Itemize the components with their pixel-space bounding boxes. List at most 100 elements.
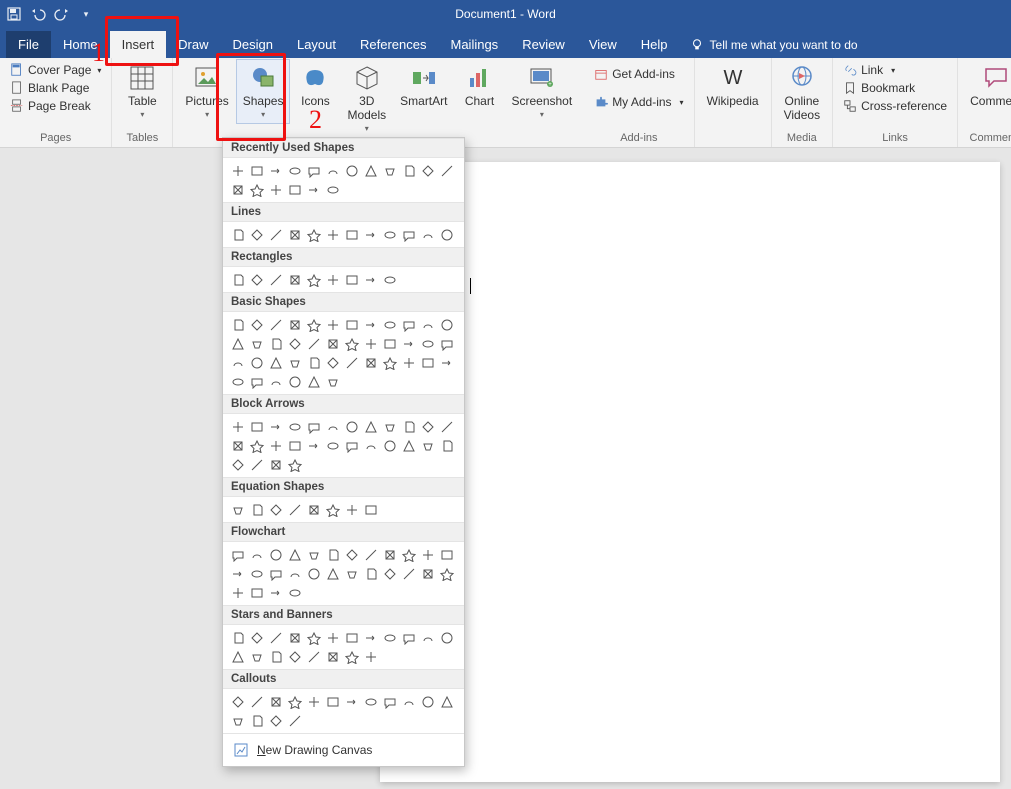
shape-option[interactable] xyxy=(438,226,455,243)
shape-option[interactable] xyxy=(324,226,341,243)
pictures-button[interactable]: Pictures▾ xyxy=(179,60,234,123)
shape-option[interactable] xyxy=(324,354,341,371)
shape-option[interactable] xyxy=(400,418,417,435)
tab-layout[interactable]: Layout xyxy=(285,31,348,58)
shape-option[interactable] xyxy=(305,437,322,454)
shape-option[interactable] xyxy=(419,316,436,333)
shape-option[interactable] xyxy=(438,316,455,333)
shape-option[interactable] xyxy=(248,546,265,563)
shape-option[interactable] xyxy=(229,584,246,601)
shape-option[interactable] xyxy=(267,648,284,665)
cover-page-button[interactable]: Cover Page▾ xyxy=(6,62,105,78)
shape-option[interactable] xyxy=(286,456,303,473)
shape-option[interactable] xyxy=(229,437,246,454)
shapes-button[interactable]: Shapes▾ xyxy=(237,60,290,123)
screenshot-button[interactable]: + Screenshot▾ xyxy=(505,60,578,123)
shape-option[interactable] xyxy=(248,181,265,198)
shape-option[interactable] xyxy=(229,354,246,371)
tab-review[interactable]: Review xyxy=(510,31,577,58)
shape-option[interactable] xyxy=(438,546,455,563)
shape-option[interactable] xyxy=(343,316,360,333)
shape-option[interactable] xyxy=(400,565,417,582)
shape-option[interactable] xyxy=(343,354,360,371)
shape-option[interactable] xyxy=(305,316,322,333)
shape-option[interactable] xyxy=(400,437,417,454)
shape-option[interactable] xyxy=(362,437,379,454)
shape-option[interactable] xyxy=(438,354,455,371)
shape-option[interactable] xyxy=(305,546,322,563)
shape-option[interactable] xyxy=(362,271,379,288)
new-drawing-canvas-button[interactable]: New Drawing Canvas xyxy=(223,733,464,766)
shape-option[interactable] xyxy=(324,181,341,198)
shape-option[interactable] xyxy=(286,271,303,288)
shape-option[interactable] xyxy=(400,316,417,333)
shape-option[interactable] xyxy=(419,629,436,646)
shape-option[interactable] xyxy=(362,316,379,333)
shape-option[interactable] xyxy=(324,437,341,454)
shape-option[interactable] xyxy=(248,354,265,371)
shape-option[interactable] xyxy=(286,181,303,198)
shape-option[interactable] xyxy=(248,629,265,646)
shape-option[interactable] xyxy=(400,693,417,710)
shape-option[interactable] xyxy=(324,373,341,390)
shape-option[interactable] xyxy=(286,712,303,729)
shape-option[interactable] xyxy=(267,584,284,601)
shape-option[interactable] xyxy=(343,418,360,435)
shape-option[interactable] xyxy=(229,226,246,243)
shape-option[interactable] xyxy=(305,693,322,710)
shape-option[interactable] xyxy=(305,565,322,582)
shape-option[interactable] xyxy=(286,335,303,352)
shape-option[interactable] xyxy=(286,437,303,454)
shape-option[interactable] xyxy=(267,456,284,473)
shape-option[interactable] xyxy=(248,226,265,243)
shape-option[interactable] xyxy=(248,162,265,179)
shape-option[interactable] xyxy=(267,565,284,582)
shape-option[interactable] xyxy=(381,437,398,454)
shape-option[interactable] xyxy=(324,335,341,352)
shape-option[interactable] xyxy=(286,501,303,518)
shape-option[interactable] xyxy=(267,373,284,390)
shape-option[interactable] xyxy=(438,335,455,352)
shape-option[interactable] xyxy=(324,693,341,710)
shape-option[interactable] xyxy=(248,335,265,352)
shape-option[interactable] xyxy=(248,648,265,665)
shape-option[interactable] xyxy=(229,418,246,435)
tab-help[interactable]: Help xyxy=(629,31,680,58)
shape-option[interactable] xyxy=(438,629,455,646)
shape-option[interactable] xyxy=(248,437,265,454)
shape-option[interactable] xyxy=(286,565,303,582)
shape-option[interactable] xyxy=(381,693,398,710)
shape-option[interactable] xyxy=(362,629,379,646)
qat-dropdown-icon[interactable]: ▾ xyxy=(78,6,94,22)
shape-option[interactable] xyxy=(267,162,284,179)
shape-option[interactable] xyxy=(400,226,417,243)
shape-option[interactable] xyxy=(419,565,436,582)
chart-button[interactable]: Chart xyxy=(455,60,503,112)
shape-option[interactable] xyxy=(267,693,284,710)
shape-option[interactable] xyxy=(381,629,398,646)
shape-option[interactable] xyxy=(381,546,398,563)
shape-option[interactable] xyxy=(343,629,360,646)
shape-option[interactable] xyxy=(286,162,303,179)
shape-option[interactable] xyxy=(419,546,436,563)
shape-option[interactable] xyxy=(286,316,303,333)
shape-option[interactable] xyxy=(381,418,398,435)
shape-option[interactable] xyxy=(248,418,265,435)
shape-option[interactable] xyxy=(438,693,455,710)
shape-option[interactable] xyxy=(381,316,398,333)
3d-models-button[interactable]: 3D Models▾ xyxy=(341,60,392,137)
online-videos-button[interactable]: Online Videos xyxy=(778,60,826,126)
shape-option[interactable] xyxy=(286,693,303,710)
shape-option[interactable] xyxy=(343,162,360,179)
tab-references[interactable]: References xyxy=(348,31,438,58)
smartart-button[interactable]: SmartArt xyxy=(394,60,453,112)
page-break-button[interactable]: Page Break xyxy=(6,98,105,114)
shape-option[interactable] xyxy=(419,162,436,179)
shape-option[interactable] xyxy=(248,712,265,729)
shape-option[interactable] xyxy=(229,629,246,646)
shape-option[interactable] xyxy=(438,565,455,582)
shape-option[interactable] xyxy=(305,162,322,179)
shape-option[interactable] xyxy=(305,354,322,371)
tab-design[interactable]: Design xyxy=(221,31,285,58)
shape-option[interactable] xyxy=(229,181,246,198)
